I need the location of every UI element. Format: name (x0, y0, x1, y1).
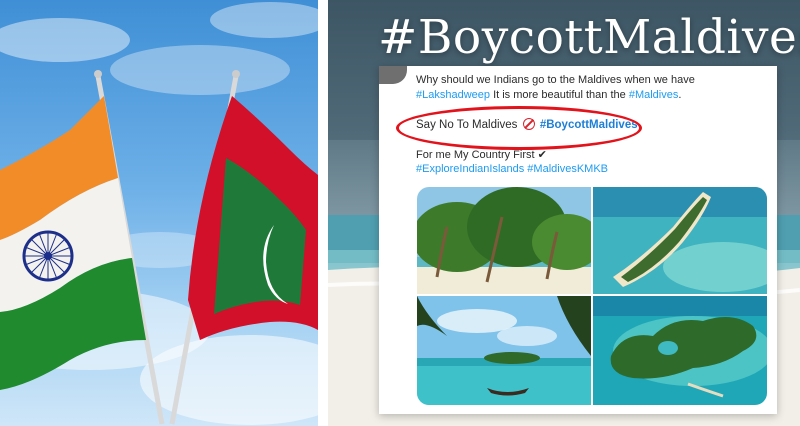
palm-beach-photo[interactable] (417, 187, 591, 294)
check-mark-icon: ✔ (537, 149, 547, 161)
hashtags-line[interactable]: #ExploreIndianIslands #MaldivesKMKB (416, 163, 608, 175)
maldives-flag (169, 70, 318, 425)
tweet-image-grid[interactable] (417, 187, 767, 405)
island-aerial-photo[interactable] (593, 187, 767, 294)
highlight-oval (396, 106, 642, 150)
panel-divider (318, 0, 328, 426)
tweet-body: Why should we Indians go to the Maldives… (416, 73, 771, 103)
country-first-text: For me My Country First (416, 149, 535, 161)
country-first-line: For me My Country First ✔ (416, 148, 547, 161)
flags-photo (0, 0, 318, 426)
lagoon-boat-photo[interactable] (417, 296, 591, 405)
tweet-line1-text: Why should we Indians go to the Maldives… (416, 74, 695, 86)
hashtag-maldives[interactable]: #Maldives (629, 89, 679, 101)
heart-island-aerial-photo[interactable] (593, 296, 767, 405)
boycott-headline: #BoycottMaldives (378, 10, 800, 65)
avatar[interactable] (379, 66, 407, 84)
tweet-line1-end: . (678, 89, 682, 101)
tweet-line1-mid: It is more beautiful than the (490, 89, 629, 101)
hashtag-lakshadweep[interactable]: #Lakshadweep (416, 89, 490, 101)
